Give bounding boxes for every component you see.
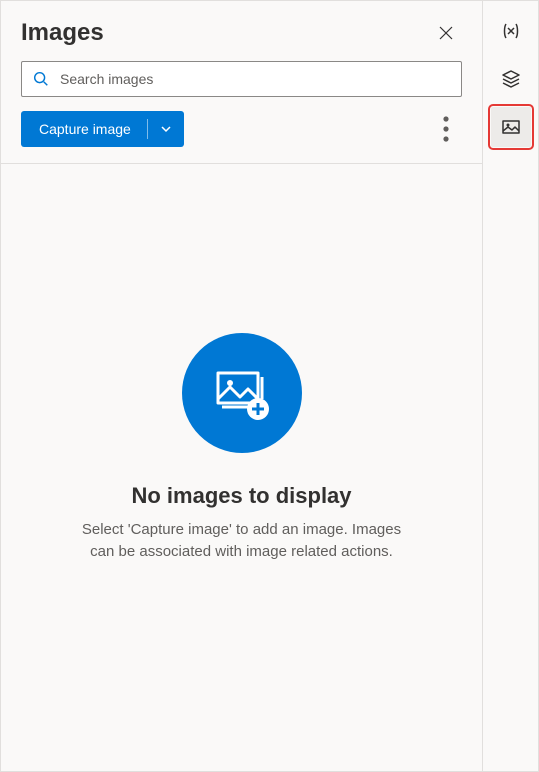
empty-state-description: Select 'Capture image' to add an image. … <box>72 519 412 563</box>
more-vertical-icon <box>430 113 462 145</box>
empty-state-title: No images to display <box>131 483 351 509</box>
capture-image-dropdown[interactable] <box>148 111 184 147</box>
more-options-button[interactable] <box>430 113 462 145</box>
chevron-down-icon <box>160 123 172 135</box>
capture-image-button[interactable]: Capture image <box>21 111 184 147</box>
search-field[interactable] <box>21 61 462 97</box>
content-area: No images to display Select 'Capture ima… <box>1 163 482 771</box>
capture-image-label: Capture image <box>21 111 147 147</box>
sidebar-item-variables[interactable] <box>491 11 531 51</box>
close-button[interactable] <box>430 17 462 49</box>
close-icon <box>438 25 454 41</box>
empty-state-graphic <box>182 333 302 453</box>
right-sidebar <box>483 0 539 772</box>
layers-icon <box>501 69 521 89</box>
search-icon <box>32 70 50 88</box>
image-add-icon <box>210 361 274 425</box>
search-input[interactable] <box>60 71 451 87</box>
sidebar-item-images[interactable] <box>491 107 531 147</box>
panel-title: Images <box>21 19 104 47</box>
search-row <box>1 61 482 111</box>
sidebar-item-ui-elements[interactable] <box>491 59 531 99</box>
variables-icon <box>501 21 521 41</box>
image-icon <box>501 117 521 137</box>
panel-header: Images <box>1 1 482 61</box>
toolbar: Capture image <box>1 111 482 163</box>
images-panel: Images Capture image <box>0 0 483 772</box>
